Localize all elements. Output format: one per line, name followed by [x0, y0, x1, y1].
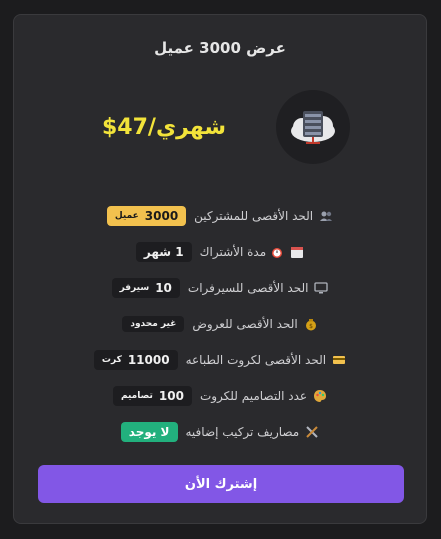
feature-max-servers: الحد الأقصى للسيرفرات 10 سيرفر [14, 277, 426, 299]
badge-value: 3000 [144, 209, 179, 223]
feature-label: مدة الأشتراك [199, 245, 267, 259]
users-icon [319, 209, 333, 223]
feature-value-badge: غير محدود [122, 316, 185, 332]
palette-icon [313, 389, 327, 403]
badge-unit: تصاميم [120, 391, 153, 401]
badge-value: لا يوجد [128, 425, 170, 439]
card-icon [332, 353, 346, 367]
feature-value-badge: 3000 عميل [106, 206, 187, 226]
tools-icon [305, 425, 319, 439]
feature-label: مصاريف تركيب إضافيه [185, 425, 300, 439]
money-bag-icon: $ [304, 317, 318, 331]
alarm-clock-icon [270, 245, 284, 259]
feature-value-badge: لا يوجد [120, 422, 178, 442]
badge-value: 1 شهر [143, 245, 184, 259]
feature-label: الحد الأقصى للمشتركين [194, 209, 314, 223]
feature-value-badge: 10 سيرفر [111, 278, 180, 298]
badge-unit: كرت [101, 355, 122, 365]
svg-text:$: $ [309, 323, 313, 330]
server-rack-cloud-icon [276, 90, 350, 164]
badge-value: 10 [155, 281, 172, 295]
feature-max-offers: $ الحد الأقصى للعروض غير محدود [14, 313, 426, 335]
badge-value: 11000 [127, 353, 170, 367]
feature-label: عدد التصاميم للكروت [199, 389, 308, 403]
feature-label: الحد الأقصى للسيرفرات [187, 281, 309, 295]
monitor-icon [314, 281, 329, 295]
feature-max-print-cards: الحد الأقصى لكروت الطباعه 11000 كرت [14, 349, 426, 371]
subscribe-button[interactable]: إشترك الأن [38, 465, 404, 503]
feature-value-badge: 11000 كرت [93, 350, 178, 370]
feature-label: الحد الأقصى للعروض [192, 317, 298, 331]
feature-subscription-duration: مدة الأشتراك 1 شهر [14, 241, 426, 263]
badge-value: غير محدود [130, 319, 177, 329]
feature-card-designs: عدد التصاميم للكروت 100 تصاميم [14, 385, 426, 407]
feature-label: الحد الأقصى لكروت الطباعه [185, 353, 327, 367]
plan-price: $47/شهري [102, 115, 226, 140]
feature-value-badge: 100 تصاميم [112, 386, 192, 406]
feature-value-badge: 1 شهر [135, 242, 192, 262]
calendar-icon [290, 245, 304, 259]
feature-max-subscribers: الحد الأقصى للمشتركين 3000 عميل [14, 205, 426, 227]
badge-value: 100 [158, 389, 184, 403]
plan-title: عرض 3000 عميل [154, 39, 286, 57]
plan-card: عرض 3000 عميل $47/شهري الحد الأقصى للمشت… [13, 14, 427, 524]
badge-unit: سيرفر [119, 283, 150, 293]
feature-installation-fees: مصاريف تركيب إضافيه لا يوجد [14, 421, 426, 443]
badge-unit: عميل [114, 211, 139, 221]
